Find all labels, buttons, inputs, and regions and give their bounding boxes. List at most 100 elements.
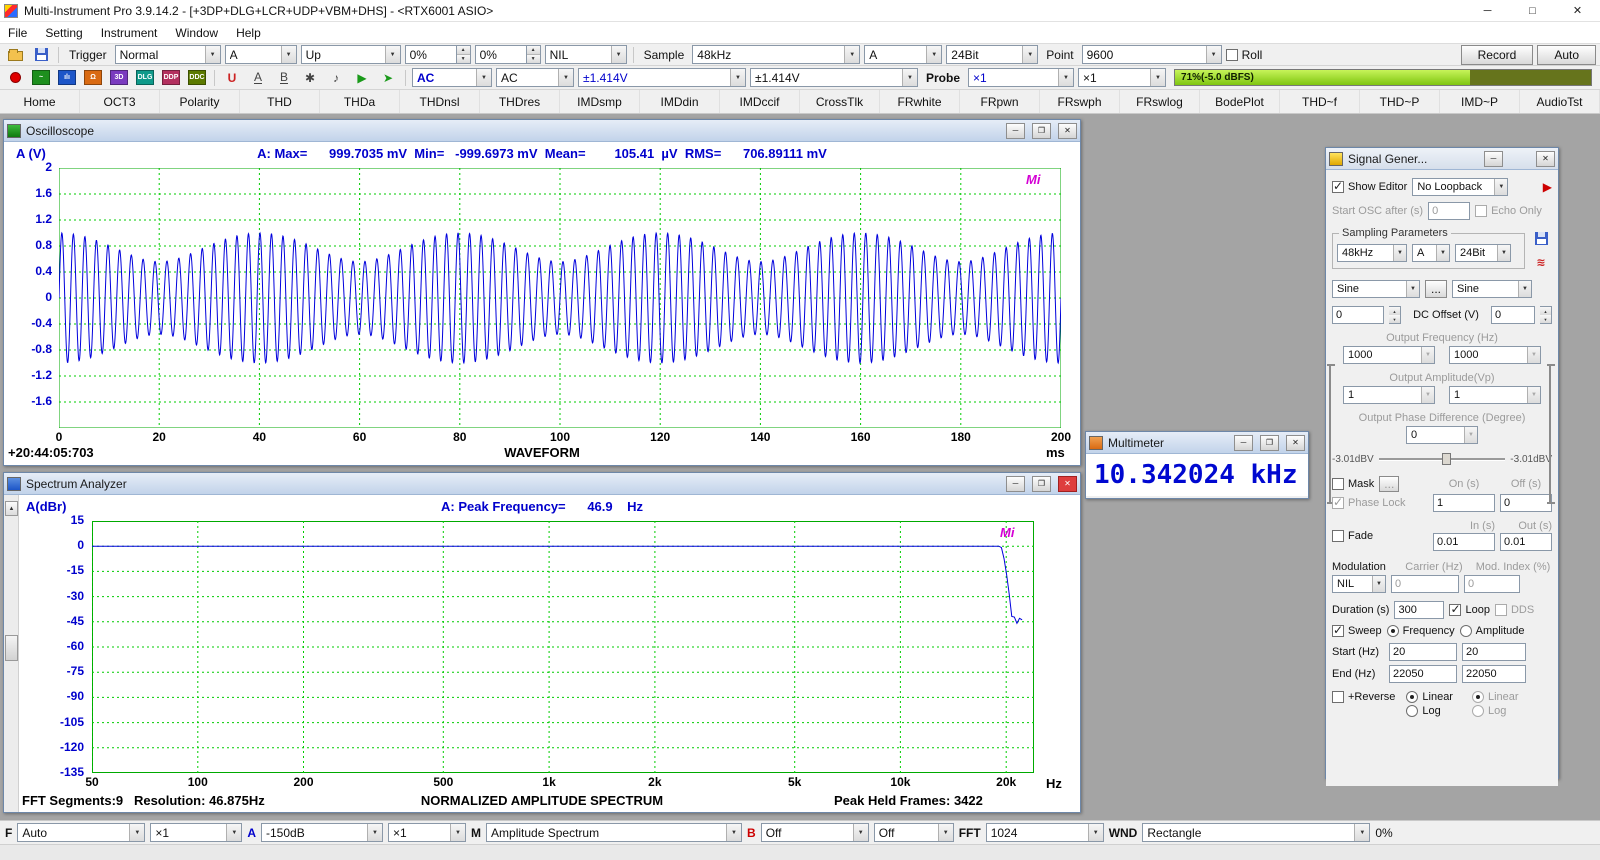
waveform-b-select[interactable]: Sine ▼ — [1452, 280, 1533, 298]
sample-rate-select[interactable]: 48kHz ▼ — [692, 45, 861, 64]
restore-button[interactable]: ❐ — [1032, 122, 1051, 139]
ddc-button[interactable]: DDC — [186, 68, 208, 88]
close-button[interactable]: ✕ — [1058, 475, 1077, 492]
slider-thumb[interactable] — [1442, 453, 1451, 465]
tab-thd[interactable]: THD — [240, 90, 320, 113]
restore-button[interactable]: ❐ — [1032, 475, 1051, 492]
sweep-log-a-radio[interactable]: Log — [1406, 705, 1453, 717]
fade-checkbox[interactable]: Fade — [1332, 529, 1392, 542]
roll-checkbox[interactable]: Roll — [1225, 48, 1262, 62]
generator-play-icon[interactable]: ▶ — [1543, 180, 1552, 194]
wave-more-button[interactable]: ... — [1425, 280, 1448, 298]
sweep-checkbox[interactable]: Sweep — [1332, 623, 1382, 637]
gen-channel-select[interactable]: A ▼ — [1412, 244, 1450, 262]
ddp-viewer-button[interactable]: DDP — [160, 68, 182, 88]
minimize-button[interactable]: ─ — [1484, 150, 1503, 167]
frequency-mode-select[interactable]: Auto ▼ — [17, 823, 146, 842]
spectrum-plot[interactable] — [92, 521, 1034, 773]
sample-bits-select[interactable]: 24Bit ▼ — [946, 45, 1039, 64]
show-editor-checkbox[interactable]: Show Editor — [1332, 179, 1407, 193]
trigger-level-spinner[interactable]: 0% ▲ ▼ — [404, 45, 471, 64]
loopback-button[interactable]: ➤ — [377, 68, 399, 88]
duration-field[interactable]: 300 — [1394, 601, 1445, 619]
oscilloscope-button[interactable]: ~ — [30, 68, 52, 88]
mask-off-field[interactable]: 0 — [1500, 494, 1552, 512]
menu-item-file[interactable]: File — [8, 26, 27, 40]
save-file-button[interactable] — [30, 45, 52, 65]
reverse-checkbox[interactable]: +Reverse — [1332, 691, 1395, 703]
tab-thdres[interactable]: THDres — [480, 90, 560, 113]
a-range-select[interactable]: -150dB ▼ — [261, 823, 384, 842]
amplitude-b-combo[interactable]: 1 ▼ — [1449, 386, 1541, 404]
run-button[interactable]: ▶ — [351, 68, 373, 88]
dc-offset-a-field[interactable]: 0 — [1332, 306, 1384, 324]
app-titlebar[interactable]: Multi-Instrument Pro 3.9.14.2 - [+3DP+DL… — [0, 0, 1600, 22]
coupling-a-select[interactable]: AC ▼ — [412, 68, 492, 87]
scrollbar-thumb[interactable] — [5, 635, 18, 661]
trigger-hpf-select[interactable]: NIL ▼ — [544, 45, 627, 64]
trigger-edge-select[interactable]: Up ▼ — [300, 45, 401, 64]
amplitude-a-combo[interactable]: 1 ▼ — [1343, 386, 1435, 404]
tab-crosstlk[interactable]: CrossTlk — [800, 90, 880, 113]
minimize-button[interactable]: ─ — [1006, 122, 1025, 139]
fft-size-select[interactable]: 1024 ▼ — [985, 823, 1104, 842]
point-select[interactable]: 9600 ▼ — [1081, 45, 1222, 64]
gen-rate-select[interactable]: 48kHz ▼ — [1337, 244, 1407, 262]
data-logger-button[interactable]: DLG — [134, 68, 156, 88]
spectrum-left-scrollbar[interactable]: ▲ — [4, 495, 19, 812]
close-button[interactable]: ✕ — [1555, 0, 1600, 21]
mask-checkbox[interactable]: Mask — [1332, 478, 1374, 490]
loopback-select[interactable]: No Loopback ▼ — [1412, 178, 1509, 196]
menu-item-instrument[interactable]: Instrument — [101, 26, 158, 40]
tab-frpwn[interactable]: FRpwn — [960, 90, 1040, 113]
range-a-select[interactable]: ±1.414V ▼ — [578, 68, 746, 87]
marker-b-button[interactable]: B — [273, 68, 295, 88]
tab-imdccif[interactable]: IMDccif — [720, 90, 800, 113]
calibration-button[interactable]: ✱ — [299, 68, 321, 88]
frequency-b-combo[interactable]: 1000 ▼ — [1449, 346, 1541, 364]
sweep-frequency-radio[interactable]: Frequency — [1386, 625, 1455, 637]
tab-frswph[interactable]: FRswph — [1040, 90, 1120, 113]
sweep-end-a-field[interactable]: 22050 — [1389, 665, 1457, 683]
menu-item-help[interactable]: Help — [236, 26, 261, 40]
tab-frwhite[interactable]: FRwhite — [880, 90, 960, 113]
tab-imdsmp[interactable]: IMDsmp — [560, 90, 640, 113]
window-type-select[interactable]: Rectangle ▼ — [1142, 823, 1371, 842]
dc-offset-b-spinner[interactable]: ▲ ▼ — [1540, 306, 1552, 324]
tab-audiotst[interactable]: AudioTst — [1520, 90, 1600, 113]
range-b-select[interactable]: ±1.414V ▼ — [750, 68, 918, 87]
spin-up-icon[interactable]: ▲ — [526, 46, 540, 54]
tab-thd-f[interactable]: THD~f — [1280, 90, 1360, 113]
waveform-a-select[interactable]: Sine ▼ — [1332, 280, 1420, 298]
multimeter-titlebar[interactable]: Multimeter ─ ❐ ✕ — [1086, 432, 1308, 454]
spin-down-icon[interactable]: ▼ — [456, 54, 470, 63]
sweep-start-b-field[interactable]: 20 — [1462, 643, 1526, 661]
tab-thd-p[interactable]: THD~P — [1360, 90, 1440, 113]
restore-button[interactable]: ❐ — [1260, 434, 1279, 451]
probe-b-select[interactable]: ×1 ▼ — [1078, 68, 1167, 87]
tab-thdnsl[interactable]: THDnsl — [400, 90, 480, 113]
maximize-button[interactable]: □ — [1510, 0, 1555, 21]
spectrum-3d-button[interactable]: 3D — [108, 68, 130, 88]
tab-thda[interactable]: THDa — [320, 90, 400, 113]
sweep-start-a-field[interactable]: 20 — [1389, 643, 1457, 661]
tab-imd-p[interactable]: IMD~P — [1440, 90, 1520, 113]
record-indicator[interactable] — [4, 68, 26, 88]
tab-bodeplot[interactable]: BodePlot — [1200, 90, 1280, 113]
b-mode-select[interactable]: Off ▼ — [760, 823, 869, 842]
minimize-button[interactable]: ─ — [1465, 0, 1510, 21]
start-osc-field[interactable]: 0 — [1428, 202, 1471, 220]
spin-up-icon[interactable]: ▲ — [456, 46, 470, 54]
menu-item-window[interactable]: Window — [175, 26, 218, 40]
multimeter-button[interactable]: Ω — [82, 68, 104, 88]
spectrum-titlebar[interactable]: Spectrum Analyzer ─ ❐ ✕ — [4, 473, 1080, 495]
trigger-source-select[interactable]: A ▼ — [224, 45, 297, 64]
gen-bits-select[interactable]: 24Bit ▼ — [1455, 244, 1511, 262]
close-button[interactable]: ✕ — [1536, 150, 1555, 167]
dc-offset-b-field[interactable]: 0 — [1491, 306, 1535, 324]
frequency-a-combo[interactable]: 1000 ▼ — [1343, 346, 1435, 364]
modulation-select[interactable]: NIL ▼ — [1332, 575, 1386, 593]
tab-imddin[interactable]: IMDdin — [640, 90, 720, 113]
sample-channel-select[interactable]: A ▼ — [864, 45, 943, 64]
tab-home[interactable]: Home — [0, 90, 80, 113]
